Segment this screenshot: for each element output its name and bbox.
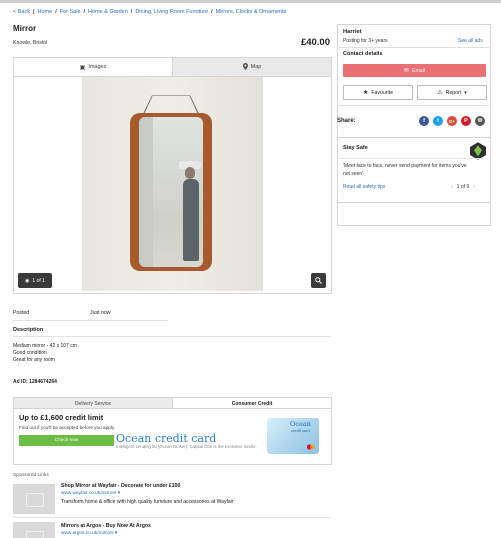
breadcrumb-home-garden[interactable]: Home & Garden bbox=[88, 9, 128, 15]
breadcrumb: < Back | Home / For Sale / Home & Garden / Dinin… bbox=[13, 9, 287, 15]
description-body: Medium mirror - 42 x 107 cm Good conditi… bbox=[13, 343, 77, 364]
breadcrumb-for-sale[interactable]: For Sale bbox=[60, 9, 81, 15]
share-label: Share: bbox=[337, 118, 356, 124]
listing-location: Knowle, Bristol bbox=[13, 40, 48, 46]
description-line: Good condition bbox=[13, 350, 47, 356]
email-share-icon[interactable]: ✉ bbox=[475, 116, 485, 126]
google-plus-icon[interactable]: G+ bbox=[447, 116, 457, 126]
top-bar bbox=[0, 0, 501, 3]
seller-since: Posting for 3+ years bbox=[343, 38, 388, 44]
back-link[interactable]: < Back bbox=[13, 9, 30, 15]
twitter-icon[interactable]: t bbox=[433, 116, 443, 126]
credit-subtext: Find out if you'll be accepted before yo… bbox=[19, 425, 116, 430]
map-pin-icon bbox=[242, 62, 248, 72]
ad-title[interactable]: Shop Mirror at Wayfair - Decorate for un… bbox=[61, 483, 180, 489]
sponsored-label: Sponsored Links bbox=[13, 473, 49, 478]
card-title: Ocean bbox=[290, 420, 311, 428]
ad-title[interactable]: Mirrors at Argos - Buy Now At Argos bbox=[61, 523, 151, 529]
breadcrumb-mirrors[interactable]: Mirrors, Clocks & Ornaments bbox=[216, 9, 287, 15]
pinterest-icon[interactable]: P bbox=[461, 116, 471, 126]
safety-quote: 'Meet face to face, never send payment f… bbox=[343, 163, 467, 177]
description-line: Great for any room bbox=[13, 357, 55, 363]
divider bbox=[337, 105, 489, 106]
email-button[interactable]: ✉ Email bbox=[343, 64, 486, 77]
favourite-button[interactable]: ★ Favourite bbox=[343, 85, 413, 100]
ad-thumbnail[interactable] bbox=[13, 484, 55, 514]
camera-icon: ◉ bbox=[25, 277, 30, 284]
tab-map[interactable]: Map bbox=[172, 58, 331, 77]
chevron-left-icon[interactable]: ‹ bbox=[451, 184, 453, 190]
ad-id: Ad ID: 1284674264 bbox=[13, 379, 57, 385]
divider bbox=[13, 336, 330, 337]
breadcrumb-dining-furniture[interactable]: Dining, Living Room Furniture bbox=[135, 9, 208, 15]
tab-images[interactable]: ▣ Images bbox=[14, 58, 172, 77]
stay-safe-heading: Stay Safe bbox=[343, 145, 368, 151]
ad-url[interactable]: www.argos.co.uk/mirrors ▾ bbox=[61, 531, 117, 536]
listing-title: Mirror bbox=[13, 24, 37, 33]
facebook-icon[interactable]: f bbox=[419, 116, 429, 126]
divider bbox=[13, 517, 330, 518]
caret-down-icon: ▾ bbox=[117, 491, 121, 496]
image-placeholder-icon bbox=[26, 493, 44, 507]
camera-icon: ▣ bbox=[79, 64, 86, 71]
ad-description: Transform home & office with high qualit… bbox=[61, 499, 234, 505]
safety-tips-link[interactable]: Read all safety tips bbox=[343, 184, 385, 190]
warning-icon: ⚠ bbox=[437, 90, 443, 96]
ad-url[interactable]: www.wayfair.co.uk/mirrors ▾ bbox=[61, 491, 120, 496]
card-subtitle: credit card bbox=[291, 428, 310, 433]
divider bbox=[13, 320, 168, 321]
ocean-fine-print: Intelligent Lending ltd (Ocean Broker). … bbox=[116, 444, 257, 449]
caret-down-icon: ▾ bbox=[114, 531, 118, 536]
zoom-button[interactable] bbox=[311, 273, 326, 288]
seller-name: Harriet bbox=[343, 29, 362, 35]
mastercard-icon bbox=[307, 444, 315, 450]
description-heading: Description bbox=[13, 327, 44, 333]
posted-label: Posted bbox=[13, 310, 30, 316]
photo-counter: ◉ 1 of 1 bbox=[18, 273, 52, 288]
ad-thumbnail[interactable] bbox=[13, 522, 55, 538]
credit-heading: Up to £1,600 credit limit bbox=[19, 413, 104, 422]
report-button[interactable]: ⚠ Report ▾ bbox=[417, 85, 487, 100]
chevron-right-icon[interactable]: › bbox=[473, 184, 475, 190]
divider bbox=[337, 47, 489, 48]
check-now-button[interactable]: Check now bbox=[19, 435, 114, 446]
gallery-tabs: ▣ Images Map bbox=[14, 58, 331, 77]
mirror-glass bbox=[139, 117, 203, 267]
listing-price: £40.00 bbox=[300, 37, 330, 48]
description-line: Medium mirror - 42 x 107 cm bbox=[13, 343, 77, 349]
envelope-icon: ✉ bbox=[403, 68, 410, 74]
tab-map-label: Map bbox=[250, 64, 262, 70]
caret-down-icon: ▾ bbox=[464, 89, 467, 96]
see-all-ads-link[interactable]: See all ads bbox=[458, 38, 483, 44]
star-icon: ★ bbox=[362, 90, 369, 96]
contact-heading: Contact details bbox=[343, 51, 383, 57]
tab-images-label: Images bbox=[88, 64, 107, 70]
safety-pager: ‹ 1 of 9 › bbox=[451, 184, 475, 190]
image-gallery: ▣ Images Map ◉ 1 of 1 bbox=[13, 57, 332, 294]
listing-photo[interactable] bbox=[82, 77, 263, 291]
image-placeholder-icon bbox=[26, 531, 44, 538]
posted-value: Just now bbox=[90, 310, 111, 316]
zoom-icon bbox=[315, 277, 322, 284]
divider bbox=[337, 158, 489, 159]
breadcrumb-home[interactable]: Home bbox=[38, 9, 53, 15]
